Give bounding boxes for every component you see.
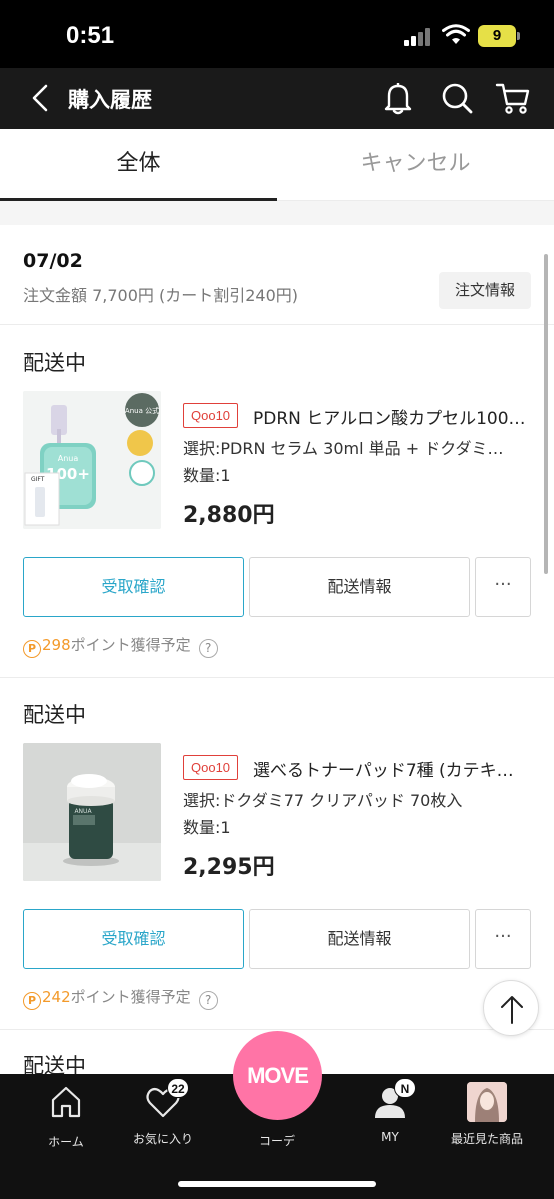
- confirm-receipt-button[interactable]: 受取確認: [23, 557, 244, 617]
- nav-coordinate-label: コーデ: [258, 1134, 295, 1148]
- heart-icon: 22: [143, 1078, 189, 1122]
- status-time: 0:51: [66, 22, 115, 49]
- favorites-count-badge: 22: [167, 1078, 189, 1098]
- scroll-to-top-button[interactable]: [483, 980, 539, 1036]
- more-options-button[interactable]: ···: [475, 909, 531, 969]
- order-filter-tabs: 全体 キャンセル: [0, 129, 554, 201]
- tab-all[interactable]: 全体: [0, 129, 277, 201]
- points-amount: 298: [42, 636, 71, 654]
- product-option: 選択:PDRN セラム 30ml 単品 + ドクダミ…: [183, 439, 504, 458]
- battery-tip: [517, 32, 520, 40]
- product-price: 2,295円: [183, 855, 275, 880]
- move-center-button[interactable]: MOVE: [233, 1031, 322, 1120]
- scrollbar[interactable]: [544, 254, 548, 574]
- points-icon: P: [23, 992, 41, 1010]
- order-info-button[interactable]: 注文情報: [439, 272, 531, 309]
- my-new-badge: N: [394, 1078, 416, 1098]
- shipping-info-button[interactable]: 配送情報: [249, 909, 470, 969]
- points-earned: P 242ポイント獲得予定?: [23, 986, 218, 1010]
- order-header: 07/02 注文金額 7,700円 (カート割引240円) 注文情報: [0, 225, 554, 325]
- nav-recently-viewed-label: 最近見た商品: [450, 1132, 523, 1146]
- product-quantity: 数量:1: [183, 466, 231, 485]
- product-option: 選択:ドクダミ77 クリアパッド 70枚入: [183, 791, 463, 810]
- bell-icon[interactable]: [381, 80, 415, 116]
- app-header: 購入履歴: [0, 68, 554, 129]
- search-icon[interactable]: [440, 81, 474, 115]
- battery-indicator: 9: [478, 25, 516, 47]
- more-options-button[interactable]: ···: [475, 557, 531, 617]
- order-total: 注文金額 7,700円 (カート割引240円): [23, 286, 299, 305]
- nav-recently-viewed[interactable]: 最近見た商品: [437, 1082, 537, 1147]
- delivery-status: 配送中: [23, 703, 86, 727]
- recent-product-thumbnail: [467, 1082, 507, 1122]
- help-icon[interactable]: ?: [198, 639, 218, 658]
- back-arrow-icon[interactable]: [26, 82, 56, 114]
- nav-my-label: MY: [381, 1130, 399, 1144]
- nav-home[interactable]: ホーム: [16, 1082, 116, 1150]
- item-divider: [0, 1029, 554, 1030]
- points-icon: P: [23, 640, 41, 658]
- nav-favorites-label: お気に入り: [132, 1132, 193, 1146]
- seller-badge: Qoo10: [183, 403, 239, 428]
- svg-text:Anua: Anua: [58, 454, 79, 463]
- nav-favorites[interactable]: 22 お気に入り: [113, 1078, 213, 1147]
- nav-my[interactable]: N MY: [340, 1078, 440, 1144]
- section-separator: [0, 201, 554, 225]
- product-price: 2,880円: [183, 503, 275, 528]
- points-label: ポイント獲得予定: [70, 988, 191, 1006]
- order-item: 配送中 ANUA Qoo10 選べるトナーパッド7種 (カテキ… 選択:ドクダミ…: [0, 677, 554, 1029]
- delivery-status: 配送中: [23, 351, 86, 375]
- order-item: 配送中 Anua 100+ Anua 公式 GIFT Qoo10 PDRN ヒア…: [0, 325, 554, 677]
- svg-text:ANUA: ANUA: [74, 808, 92, 815]
- user-icon: N: [370, 1078, 416, 1122]
- product-name[interactable]: PDRN ヒアルロン酸カプセル100…: [253, 404, 535, 429]
- home-icon: [51, 1086, 81, 1118]
- product-image[interactable]: ANUA: [23, 743, 161, 881]
- order-date: 07/02: [23, 250, 83, 272]
- svg-text:GIFT: GIFT: [31, 476, 45, 483]
- cellular-signal-icon: [404, 28, 434, 46]
- nav-coordinate[interactable]: コーデ: [227, 1132, 327, 1149]
- wifi-icon: [442, 24, 470, 44]
- cart-icon[interactable]: [495, 80, 531, 116]
- confirm-receipt-button[interactable]: 受取確認: [23, 909, 244, 969]
- arrow-up-icon: [501, 996, 523, 1024]
- product-image[interactable]: Anua 100+ Anua 公式 GIFT: [23, 391, 161, 529]
- seller-badge: Qoo10: [183, 755, 239, 780]
- shipping-info-button[interactable]: 配送情報: [249, 557, 470, 617]
- points-earned: P 298ポイント獲得予定?: [23, 634, 218, 658]
- page-title: 購入履歴: [68, 88, 152, 112]
- product-name[interactable]: 選べるトナーパッド7種 (カテキ…: [253, 756, 535, 781]
- tab-cancel[interactable]: キャンセル: [277, 129, 554, 201]
- status-bar: 0:51 9: [0, 0, 554, 68]
- product-quantity: 数量:1: [183, 818, 231, 837]
- help-icon[interactable]: ?: [198, 991, 218, 1010]
- home-indicator: [178, 1181, 376, 1187]
- nav-home-label: ホーム: [48, 1135, 84, 1149]
- points-label: ポイント獲得予定: [70, 636, 191, 654]
- svg-text:Anua 公式: Anua 公式: [125, 406, 159, 415]
- points-amount: 242: [42, 988, 71, 1006]
